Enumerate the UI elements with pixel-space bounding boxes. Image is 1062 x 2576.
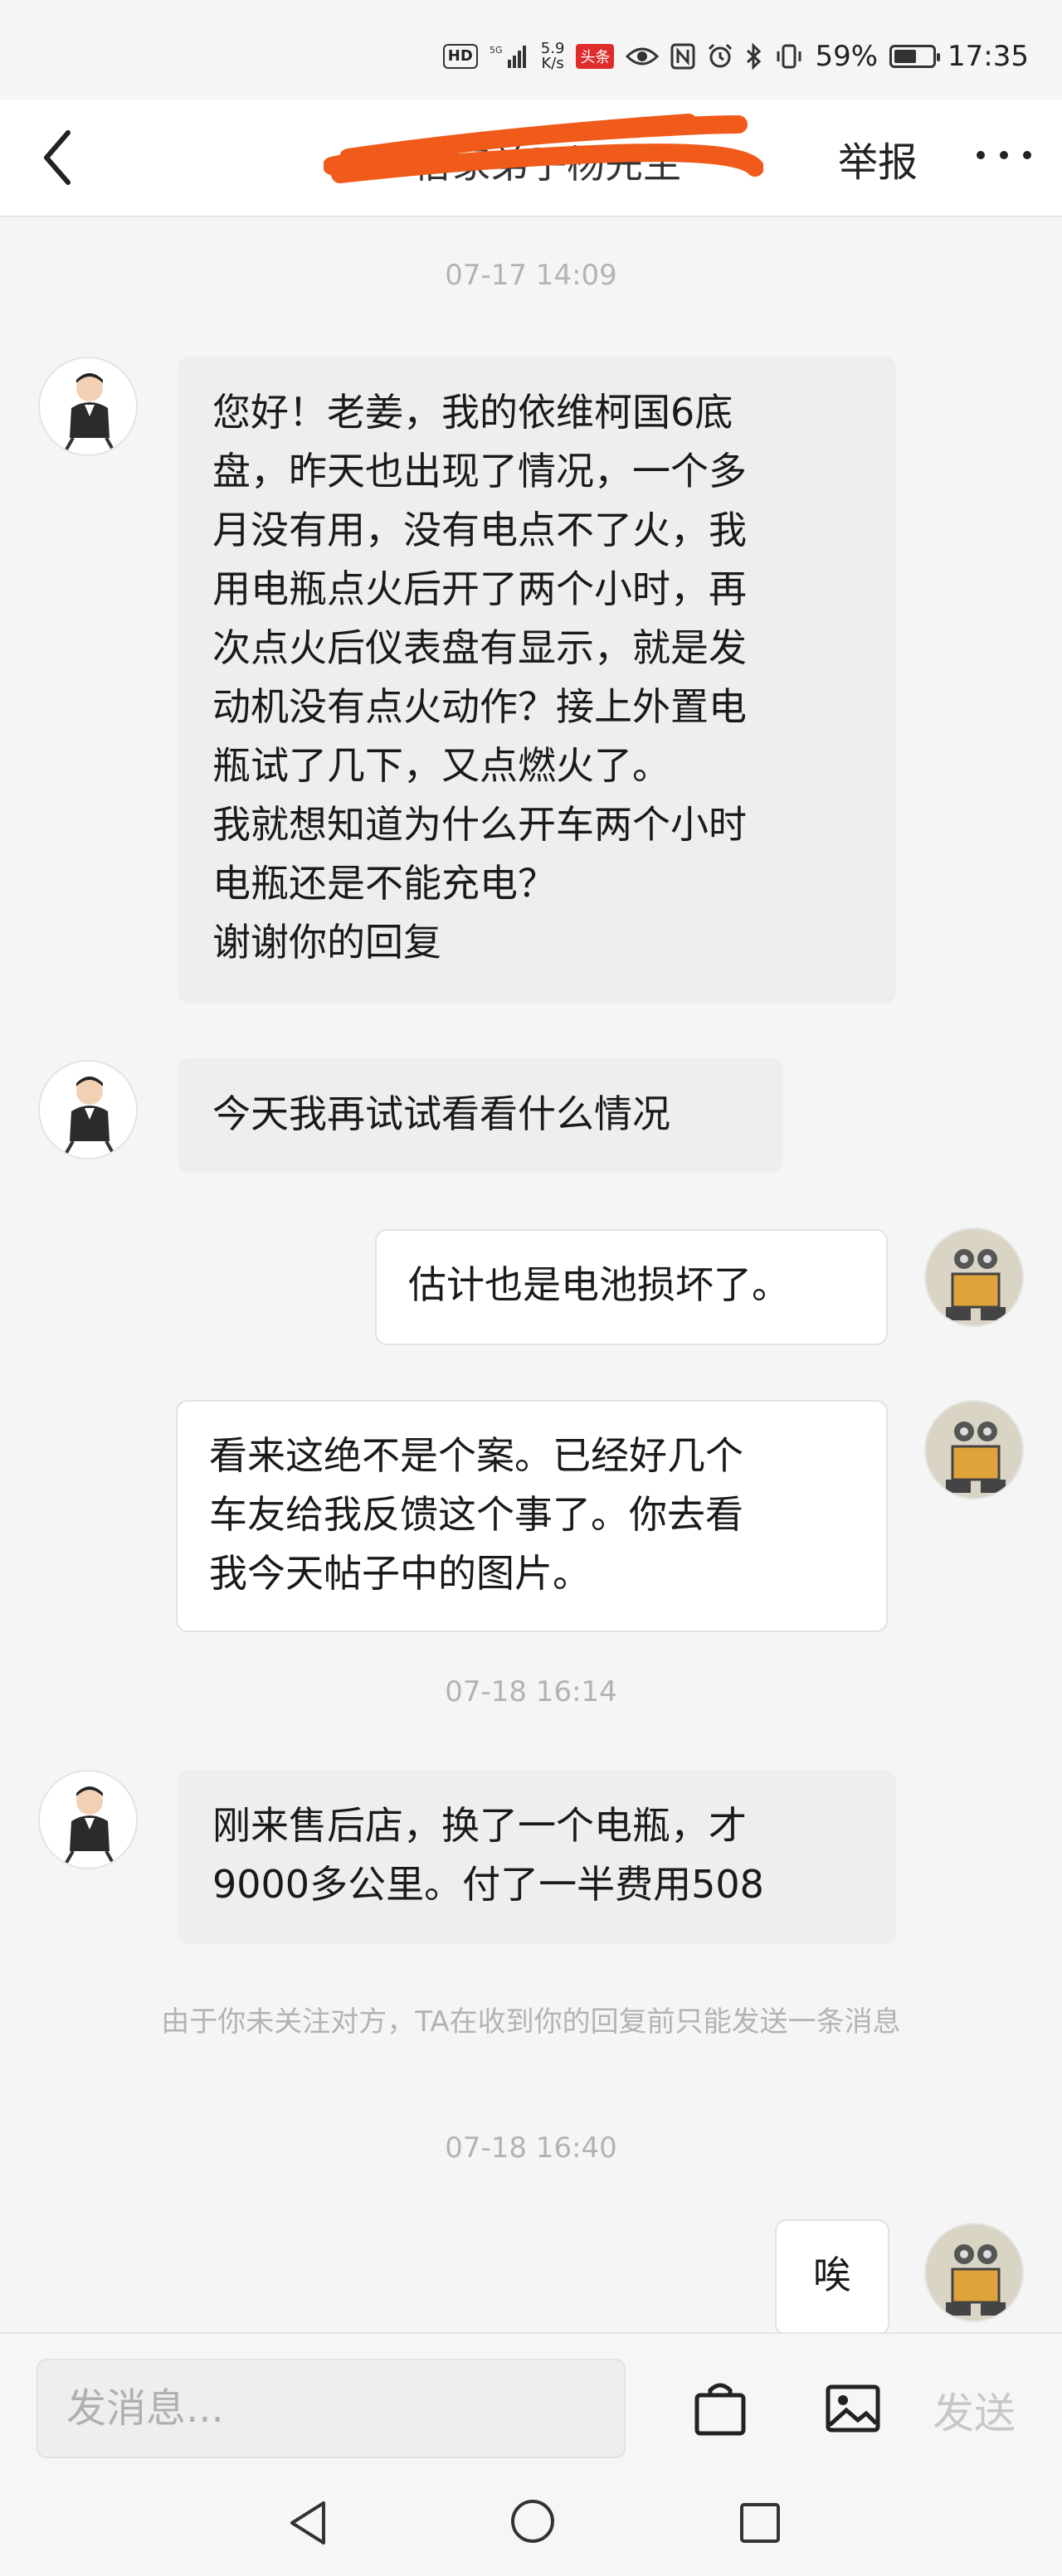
alarm-icon <box>709 43 733 68</box>
bluetooth-icon <box>747 43 762 70</box>
message-bubble-outgoing[interactable]: 看来这绝不是个案。已经好几个 车友给我反馈这个事了。你去看 我今天帖子中的图片。 <box>176 1400 888 1632</box>
send-button[interactable]: 发送 <box>933 2380 1016 2440</box>
app-badge: 头条 <box>576 44 615 69</box>
robot-avatar-icon <box>926 1229 1022 1325</box>
person-avatar-icon <box>65 1077 114 1154</box>
net-speed: 5.9 K/s <box>540 40 565 72</box>
status-icons: HD 5G 5.9 K/s 头条 59% 17:35 <box>442 32 1029 81</box>
signal-icon: 5G <box>490 45 526 68</box>
back-arrow-icon[interactable] <box>33 124 83 191</box>
message-bubble-incoming[interactable]: 刚来售后店，换了一个电瓶，才 9000多公里。付了一半费用508 <box>178 1770 896 1944</box>
follow-notice: 由于你未关注对方，TA在收到你的回复前只能发送一条消息 <box>161 2005 901 2039</box>
message-bubble-outgoing[interactable]: 唉 <box>775 2219 889 2332</box>
message-timestamp: 07-17 14:09 <box>445 259 617 292</box>
eye-icon <box>626 47 660 66</box>
message-list[interactable]: 07-17 14:09 您好！老姜，我的依维柯国6底 盘，昨天也出现了情况，一个… <box>0 217 1062 2332</box>
battery-icon <box>889 45 941 68</box>
nfc-icon <box>670 43 695 70</box>
svg-text:5G: 5G <box>490 45 503 56</box>
clock: 17:35 <box>948 40 1029 73</box>
square-recent-icon[interactable] <box>733 2496 787 2549</box>
message-timestamp: 07-18 16:40 <box>445 2131 617 2165</box>
avatar-contact[interactable] <box>38 357 138 456</box>
vibrate-icon <box>777 44 801 69</box>
battery-percent: 59% <box>815 40 879 73</box>
circle-home-icon[interactable] <box>506 2495 559 2548</box>
message-bubble-incoming[interactable]: 今天我再试试看看什么情况 <box>178 1058 783 1173</box>
avatar-self[interactable] <box>924 1400 1024 1499</box>
shopping-bag-icon[interactable] <box>689 2377 752 2440</box>
battery-fill <box>894 50 917 63</box>
message-bubble-incoming[interactable]: 您好！老姜，我的依维柯国6底 盘，昨天也出现了情况，一个多 月没有用，没有电点不… <box>178 357 896 1004</box>
avatar-self[interactable] <box>924 1227 1024 1327</box>
triangle-back-icon[interactable] <box>282 2496 335 2549</box>
robot-avatar-icon <box>926 1402 1022 1498</box>
avatar-contact[interactable] <box>38 1770 138 1869</box>
message-bubble-outgoing[interactable]: 估计也是电池损坏了。 <box>375 1229 888 1345</box>
message-timestamp: 07-18 16:14 <box>445 1675 617 1708</box>
person-avatar-icon <box>65 1786 114 1864</box>
system-navigation-bar <box>0 2473 1062 2576</box>
robot-avatar-icon <box>926 2224 1022 2321</box>
avatar-contact[interactable] <box>38 1060 138 1159</box>
redaction-scribble <box>324 114 763 183</box>
message-input-bar: 发送 <box>0 2332 1062 2475</box>
report-button[interactable]: 举报 <box>838 129 918 187</box>
avatar-self[interactable] <box>924 2223 1024 2322</box>
person-avatar-icon <box>65 373 114 450</box>
message-input[interactable] <box>37 2359 626 2458</box>
more-dots-icon[interactable] <box>971 143 1037 168</box>
status-bar: HD 5G 5.9 K/s 头条 59% 17:35 <box>0 0 1062 100</box>
image-icon[interactable] <box>821 2377 884 2440</box>
hd-indicator: HD <box>442 44 478 69</box>
